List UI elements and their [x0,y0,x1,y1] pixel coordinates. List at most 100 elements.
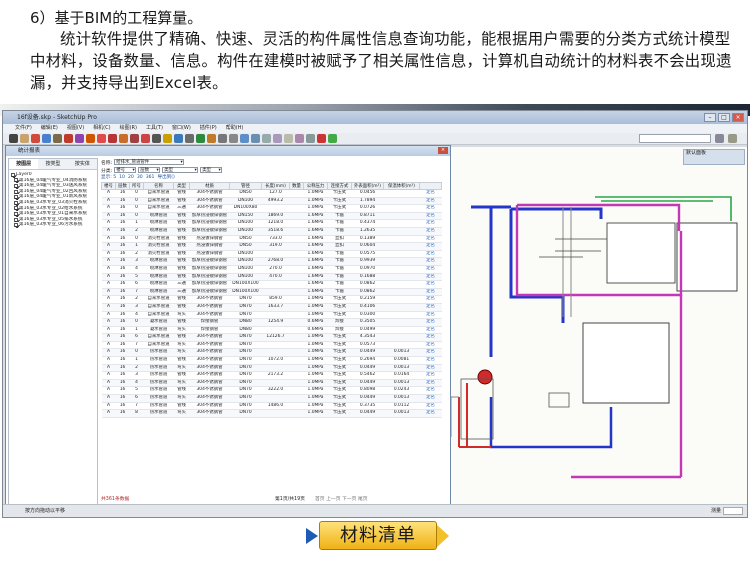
menu-draw[interactable]: 绘图(R) [120,124,137,133]
column-header[interactable]: 保温体积(m³) [383,182,420,190]
table-row[interactable]: A 16 5 喷淋管道 管线 加厚热浸镀锌钢管 DN100 470.0 1.6MPa 卡箍 0.16… [101,273,442,282]
room-box-right[interactable] [676,222,738,292]
column-header[interactable]: 数量 [289,182,304,190]
locate-link[interactable]: 定名 [419,204,442,213]
group-select-4[interactable]: 类型 [200,167,223,173]
table-row[interactable]: A 16 7 自来水管道 弯头 304不锈钢管 DN70 1.0MPa 卡压式 0.0573 定名 [101,341,442,350]
rotate-tool-icon[interactable] [108,134,117,143]
table-row[interactable]: A 16 2 喷淋管道 管线 加厚热浸镀锌钢管 DN100 3518.6 1.6MPa 卡箍 1.2… [101,227,442,236]
table-row[interactable]: A 16 3 自来水管道 管线 304不锈钢管 DN70 1633.7 1.0MPa 卡压式 0.4… [101,303,442,312]
table-row[interactable]: A 16 0 自来水管道 三通 304不锈钢管 DN100X80 1.0MPa 卡压式 0.072… [101,204,442,213]
zoom-extents-icon[interactable] [251,134,260,143]
view-back-icon[interactable] [306,134,315,143]
table-row[interactable]: A 16 0 凝水管道 管线 焊接钢管 DN80 1254.9 0.6MPa 焊接 0.3505 定名 [101,318,442,327]
offset-tool-icon[interactable] [141,134,150,143]
column-header[interactable] [419,182,442,190]
table-row[interactable]: A 16 1 消火栓管道 管线 热浸镀锌钢管 DN50 319.0 1.6MPa 丝扣 0.0604… [101,242,442,251]
model-viewport[interactable]: 默认面板 [451,147,747,505]
follow-me-tool-icon[interactable] [130,134,139,143]
locate-link[interactable]: 定名 [419,386,442,396]
locate-link[interactable]: 定名 [419,333,442,342]
pump-frame-2[interactable] [548,392,570,408]
table-row[interactable]: A 16 7 喷淋管道 三通 加厚热浸镀锌钢管 DN100X100 1.6MPa 卡箍 0.086… [101,288,442,297]
table-row[interactable]: A 16 0 自来水管道 管线 304不锈钢管 DN50 127.0 1.0MPa 卡压式 0.04… [101,189,442,198]
view-top-icon[interactable] [273,134,282,143]
layer-checkbox[interactable] [14,200,18,205]
column-header[interactable]: 名称 [143,182,174,190]
page-size-10[interactable]: 10 [119,174,125,182]
zoom-tool-icon[interactable] [240,134,249,143]
table-row[interactable]: A 16 0 热水管道 弯头 304不锈钢管 DN70 1.0MPa 卡压式 0.0449 0.00… [101,348,442,358]
locate-link[interactable]: 定名 [419,326,442,335]
column-header[interactable]: 楼号 [101,182,116,190]
locate-link[interactable]: 定名 [419,227,442,236]
select-tool-icon[interactable] [9,134,18,143]
blue-pipe-lower[interactable] [489,397,613,449]
table-row[interactable]: A 16 2 热水管道 弯头 304不锈钢管 DN70 1.0MPa 卡压式 0.0449 0.00… [101,364,442,373]
locate-link[interactable]: 定名 [419,356,442,365]
room-box-lower[interactable] [582,322,670,404]
locate-link[interactable]: 定名 [419,318,442,327]
page-size-30[interactable]: 30 [137,174,143,182]
measure-input[interactable] [723,507,743,515]
locate-link[interactable]: 定名 [419,250,442,259]
menu-edit[interactable]: 编辑(E) [41,124,58,133]
column-header[interactable]: 所号 [129,182,144,190]
locate-link[interactable]: 定名 [419,288,442,297]
locate-link[interactable]: 定名 [419,348,442,358]
default-tray[interactable]: 默认面板 [683,149,745,165]
pump-frame[interactable] [460,378,494,440]
locate-link[interactable]: 定名 [419,265,442,274]
push-pull-tool-icon[interactable] [86,134,95,143]
table-row[interactable]: A 16 3 热水管道 管线 304不锈钢管 DN70 2173.2 1.0MPa 卡压式 0.54… [101,371,442,380]
column-header[interactable]: 连接方式 [327,182,352,190]
circle-tool-icon[interactable] [53,134,62,143]
menu-file[interactable]: 文件(F) [15,124,32,133]
view-iso-icon[interactable] [262,134,271,143]
tab-by-entity[interactable]: 按实体 [68,159,97,169]
column-header[interactable]: 材质 [189,182,230,190]
layer-checkbox[interactable] [14,223,18,228]
layer-manager-icon[interactable] [715,134,724,143]
column-header[interactable]: 管径 [229,182,262,190]
locate-link[interactable]: 定名 [419,371,442,380]
locate-link[interactable]: 定名 [419,280,442,289]
table-row[interactable]: A 16 6 自来水管道 管线 304不锈钢管 DN70 12126.7 1.0MPa 卡压式 4.… [101,333,442,342]
table-row[interactable]: A 16 4 热水管道 弯头 304不锈钢管 DN70 1.0MPa 卡压式 0.0449 0.00… [101,379,442,388]
locate-link[interactable]: 定名 [419,242,442,251]
locate-link[interactable]: 定名 [419,212,442,221]
room-box-upper[interactable] [606,222,676,284]
table-row[interactable]: A 16 4 自来水管道 弯头 304不锈钢管 DN70 1.0MPa 卡压式 0.0300 定名 [101,311,442,320]
dialog-close-button[interactable]: × [438,147,448,154]
layer-color-icon[interactable] [317,134,326,143]
locate-link[interactable]: 定名 [419,257,442,266]
locate-link[interactable]: 定名 [419,364,442,373]
table-row[interactable]: A 16 1 喷淋管道 管线 加厚热浸镀锌钢管 DN100 1218.0 1.6MPa 卡箍 0.4… [101,219,442,228]
column-header[interactable]: 类型 [173,182,190,190]
table-row[interactable]: A 16 0 自来水管道 管线 304不锈钢管 DN100 4993.2 1.0MPa 卡压式 1.… [101,197,442,206]
eraser-tool-icon[interactable] [20,134,29,143]
paint-bucket-icon[interactable] [207,134,216,143]
locate-link[interactable]: 定名 [419,295,442,304]
arc-tool-icon[interactable] [64,134,73,143]
green-pipe-run[interactable] [595,196,732,221]
name-select[interactable]: 给排水_管道管件 [114,159,185,165]
menu-plugins[interactable]: 插件(P) [200,124,217,133]
tab-by-type[interactable]: 按类型 [38,159,67,169]
page-size-20[interactable]: 20 [128,174,134,182]
menu-help[interactable]: 帮助(H) [226,124,244,133]
table-row[interactable]: A 16 1 凝水管道 弯头 焊接钢管 DN80 0.6MPa 焊接 0.0499 定名 [101,326,442,335]
group-select-1[interactable]: 楼号 [114,167,137,173]
text-tool-icon[interactable] [185,134,194,143]
window-close-button[interactable]: × [732,113,744,122]
layer-checkbox[interactable] [14,195,18,200]
pagination-nav[interactable]: 首页 上一页 下一页 尾页 [315,495,368,504]
table-row[interactable]: A 16 6 喷淋管道 三通 加厚热浸镀锌钢管 DN100X100 1.6MPa 卡箍 0.086… [101,280,442,289]
blue-pipe-run[interactable] [471,205,603,357]
pan-tool-icon[interactable] [229,134,238,143]
dimension-tool-icon[interactable] [163,134,172,143]
layer-checkbox[interactable] [14,217,18,222]
layer-checkbox[interactable] [14,211,18,216]
menu-camera[interactable]: 相机(C) [93,124,110,133]
locate-link[interactable]: 定名 [419,219,442,228]
